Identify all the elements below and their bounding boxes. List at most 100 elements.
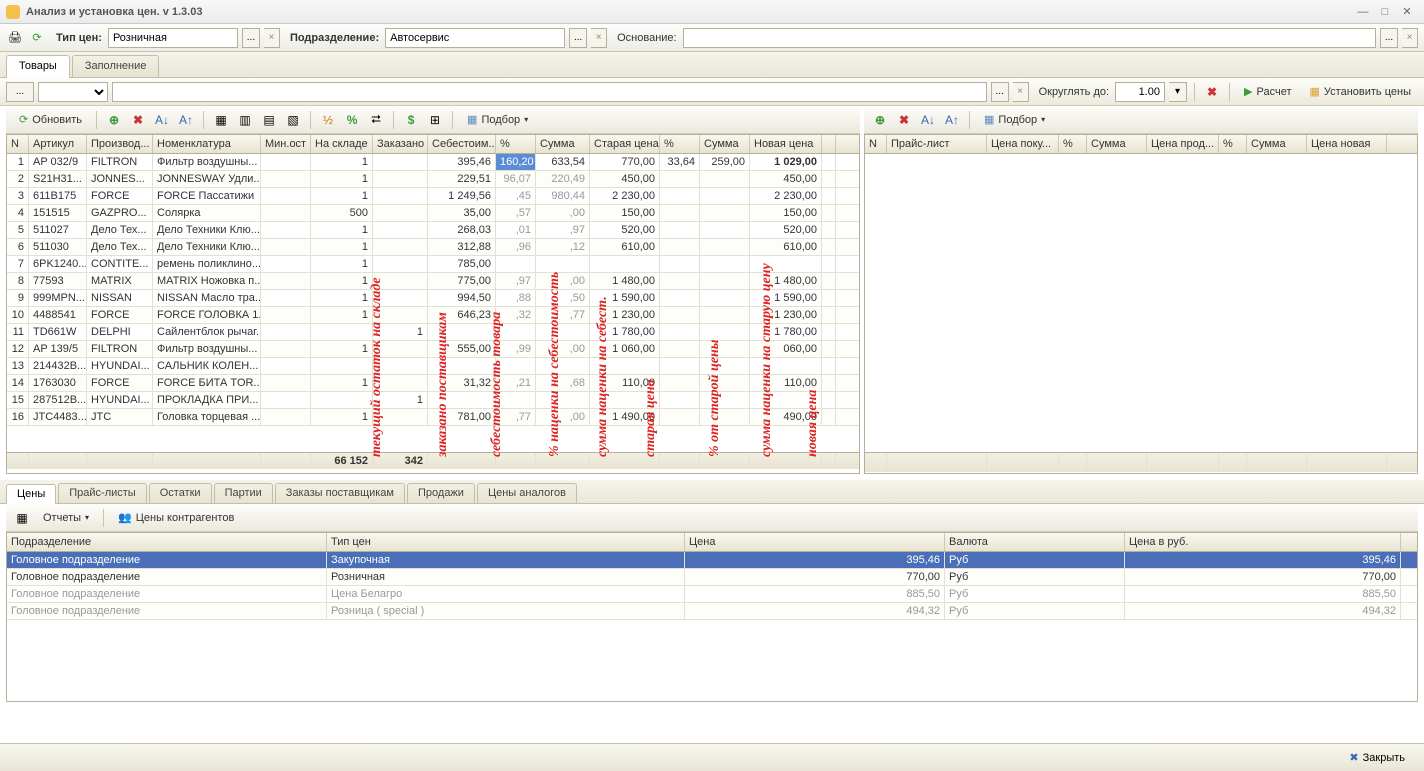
add-icon-2[interactable]: ⊕ bbox=[870, 110, 890, 130]
close-button[interactable]: ✖Закрыть bbox=[1340, 747, 1414, 768]
maximize-button[interactable]: □ bbox=[1374, 4, 1396, 20]
grid2-header[interactable]: Сумма bbox=[1087, 135, 1147, 153]
bottom-grid-header[interactable]: Валюта bbox=[945, 533, 1125, 551]
grid1-header[interactable]: % bbox=[660, 135, 700, 153]
refresh-icon[interactable]: ⟳ bbox=[28, 29, 46, 47]
bottom-grid-header[interactable]: Подразделение bbox=[7, 533, 327, 551]
main-grid[interactable]: NАртикулПроизвод...НоменклатураМин.остНа… bbox=[6, 134, 860, 474]
tab-prices[interactable]: Цены bbox=[6, 484, 56, 504]
tool-icon-3[interactable]: ▤ bbox=[259, 110, 279, 130]
table-row[interactable]: 2S21H31...JONNES...JONNESWAY Удли...1229… bbox=[7, 171, 859, 188]
tool-icon-1[interactable]: ▦ bbox=[211, 110, 231, 130]
table-row[interactable]: 11TD661WDELPHIСайлентблок рычаг...11 780… bbox=[7, 324, 859, 341]
basis-clear-button[interactable]: × bbox=[1402, 28, 1418, 48]
tool-icon-2[interactable]: ▥ bbox=[235, 110, 255, 130]
price-type-clear-button[interactable]: × bbox=[264, 28, 280, 48]
tool-icon-6[interactable]: ⮂ bbox=[366, 110, 386, 130]
table-row[interactable]: Головное подразделениеЗакупочная395,46Ру… bbox=[7, 552, 1417, 569]
table-row[interactable]: 104488541FORCEFORCE ГОЛОВКА 1...1646,23,… bbox=[7, 307, 859, 324]
bottom-grid-header[interactable]: Цена в руб. bbox=[1125, 533, 1401, 551]
tab-goods[interactable]: Товары bbox=[6, 55, 70, 78]
grid1-header[interactable]: Артикул bbox=[29, 135, 87, 153]
delete-icon[interactable]: ✖ bbox=[128, 110, 148, 130]
minimize-button[interactable]: — bbox=[1352, 4, 1374, 20]
table-row[interactable]: 141763030FORCEFORCE БИТА TOR...131,32,21… bbox=[7, 375, 859, 392]
print-icon[interactable]: 🖨 bbox=[6, 29, 24, 47]
sort-desc-icon[interactable]: A↑ bbox=[176, 110, 196, 130]
close-window-button[interactable]: ✕ bbox=[1396, 4, 1418, 20]
delete-icon-2[interactable]: ✖ bbox=[894, 110, 914, 130]
price-type-input[interactable] bbox=[108, 28, 238, 48]
grid1-header[interactable]: N bbox=[7, 135, 29, 153]
bottom-grid-header[interactable]: Тип цен bbox=[327, 533, 685, 551]
dept-input[interactable] bbox=[385, 28, 565, 48]
tab-sales[interactable]: Продажи bbox=[407, 483, 475, 503]
grid1-header[interactable]: Заказано bbox=[373, 135, 428, 153]
grid1-header[interactable]: Номенклатура bbox=[153, 135, 261, 153]
grid2-header[interactable]: % bbox=[1059, 135, 1087, 153]
tab-pricelists[interactable]: Прайс-листы bbox=[58, 483, 146, 503]
tab-lots[interactable]: Партии bbox=[214, 483, 273, 503]
grid1-header[interactable]: Сумма bbox=[700, 135, 750, 153]
basis-select-button[interactable]: ... bbox=[1380, 28, 1398, 48]
add-icon[interactable]: ⊕ bbox=[104, 110, 124, 130]
filter-search-dots[interactable]: ... bbox=[991, 82, 1009, 102]
tab-orders[interactable]: Заказы поставщикам bbox=[275, 483, 405, 503]
grid1-header[interactable]: Производ... bbox=[87, 135, 153, 153]
dept-select-button[interactable]: ... bbox=[569, 28, 587, 48]
tab-analog[interactable]: Цены аналогов bbox=[477, 483, 577, 503]
table-row[interactable]: 5511027Дело Тех...Дело Техники Клю...126… bbox=[7, 222, 859, 239]
grid1-header[interactable]: Себестоим... bbox=[428, 135, 496, 153]
table-row[interactable]: 1AP 032/9FILTRONФильтр воздушны...1395,4… bbox=[7, 154, 859, 171]
table-row[interactable]: 4151515GAZPRO...Солярка50035,00,57,00150… bbox=[7, 205, 859, 222]
sort-asc-icon[interactable]: A↓ bbox=[152, 110, 172, 130]
table-row[interactable]: Головное подразделениеРозничная770,00Руб… bbox=[7, 569, 1417, 586]
calc-button[interactable]: ▶Расчет bbox=[1237, 81, 1298, 103]
grid1-header[interactable]: Новая цена bbox=[750, 135, 822, 153]
tool-icon-4[interactable]: ▧ bbox=[283, 110, 303, 130]
round-dropdown[interactable]: ▾ bbox=[1169, 82, 1187, 102]
table-row[interactable]: 9999MPN...NISSANNISSAN Масло тра...1994,… bbox=[7, 290, 859, 307]
table-row[interactable]: Головное подразделениеЦена Белагро885,50… bbox=[7, 586, 1417, 603]
table-row[interactable]: 76PK1240...CONTITE...ремень поликлино...… bbox=[7, 256, 859, 273]
grid2-header[interactable]: Сумма bbox=[1247, 135, 1307, 153]
refresh-button[interactable]: ⟳Обновить bbox=[12, 109, 89, 131]
price-list-grid[interactable]: NПрайс-листЦена поку...%СуммаЦена прод..… bbox=[864, 134, 1418, 474]
tab-fill[interactable]: Заполнение bbox=[72, 55, 160, 77]
filter-dots[interactable]: ... bbox=[6, 82, 34, 102]
pick-button-2[interactable]: ▦Подбор▾ bbox=[977, 109, 1052, 131]
tool-icon-7[interactable]: ⊞ bbox=[425, 110, 445, 130]
grid1-header[interactable]: Мин.ост bbox=[261, 135, 311, 153]
bottom-tool-1[interactable]: ▦ bbox=[12, 508, 32, 528]
filter-search-clear[interactable]: × bbox=[1013, 82, 1029, 102]
sort-desc-icon-2[interactable]: A↑ bbox=[942, 110, 962, 130]
grid2-header[interactable]: Цена прод... bbox=[1147, 135, 1219, 153]
table-row[interactable]: 12AP 139/5FILTRONФильтр воздушны...1555,… bbox=[7, 341, 859, 358]
percent-icon[interactable]: % bbox=[342, 110, 362, 130]
table-row[interactable]: 16JTC4483...JTCГоловка торцевая ...1781,… bbox=[7, 409, 859, 426]
grid1-header[interactable]: Сумма bbox=[536, 135, 590, 153]
table-row[interactable]: 15287512B...HYUNDAI...ПРОКЛАДКА ПРИ...1 bbox=[7, 392, 859, 409]
dollar-icon[interactable]: $ bbox=[401, 110, 421, 130]
table-row[interactable]: 13214432B...HYUNDAI...САЛЬНИК КОЛЕН... bbox=[7, 358, 859, 375]
filter-combo1[interactable] bbox=[38, 82, 108, 102]
table-row[interactable]: 3611B175FORCEFORCE Пассатижи11 249,56,45… bbox=[7, 188, 859, 205]
sort-asc-icon-2[interactable]: A↓ bbox=[918, 110, 938, 130]
round-input[interactable] bbox=[1115, 82, 1165, 102]
bottom-grid[interactable]: ПодразделениеТип ценЦенаВалютаЦена в руб… bbox=[6, 532, 1418, 702]
dept-clear-button[interactable]: × bbox=[591, 28, 607, 48]
reports-button[interactable]: Отчеты▾ bbox=[36, 507, 96, 529]
pick-button[interactable]: ▦Подбор▾ bbox=[460, 109, 535, 131]
grid2-header[interactable]: Цена новая bbox=[1307, 135, 1387, 153]
set-prices-button[interactable]: ▦Установить цены bbox=[1303, 81, 1418, 103]
table-row[interactable]: Головное подразделениеРозница ( special … bbox=[7, 603, 1417, 620]
grid2-header[interactable]: N bbox=[865, 135, 887, 153]
filter-search-input[interactable] bbox=[112, 82, 987, 102]
table-row[interactable]: 6511030Дело Тех...Дело Техники Клю...131… bbox=[7, 239, 859, 256]
tab-stock[interactable]: Остатки bbox=[149, 483, 212, 503]
tool-icon-5[interactable]: ½ bbox=[318, 110, 338, 130]
price-type-select-button[interactable]: ... bbox=[242, 28, 260, 48]
grid2-header[interactable]: Прайс-лист bbox=[887, 135, 987, 153]
counterparty-prices-button[interactable]: 👥Цены контрагентов bbox=[111, 507, 241, 529]
grid2-header[interactable]: % bbox=[1219, 135, 1247, 153]
